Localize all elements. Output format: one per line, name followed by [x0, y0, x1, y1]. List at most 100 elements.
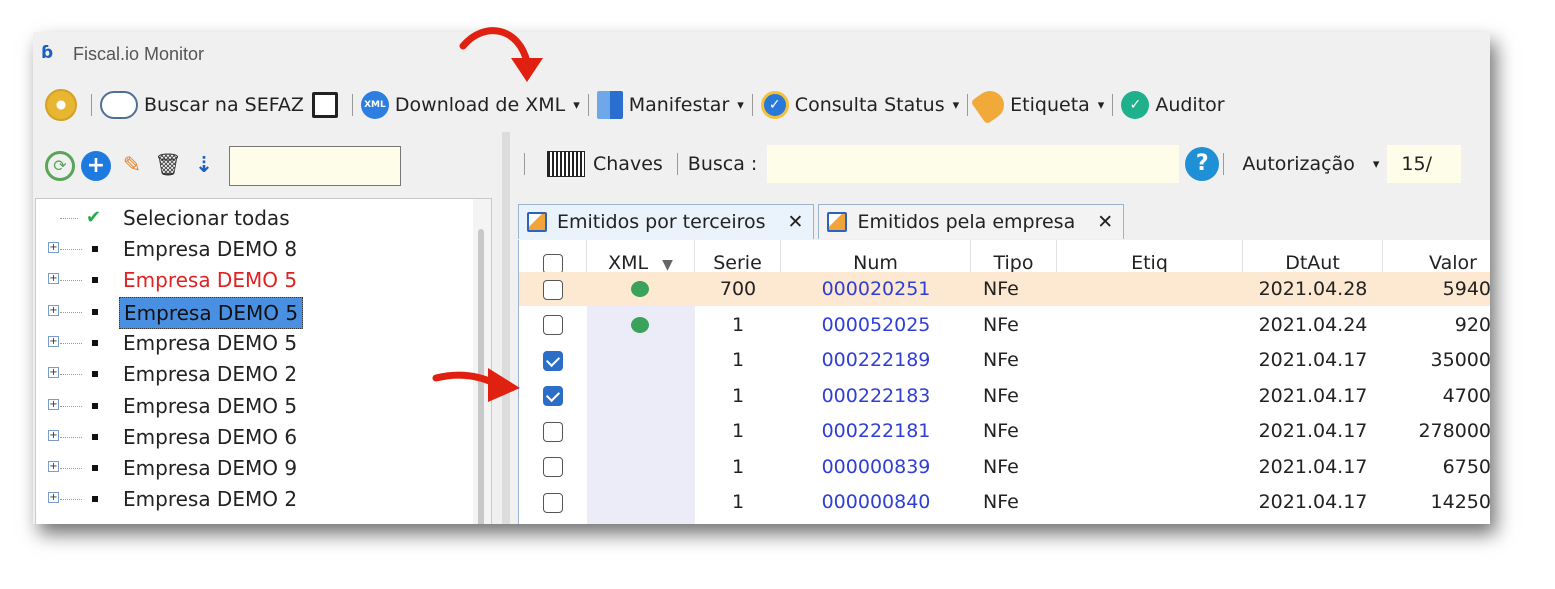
toolbar-divider: [967, 94, 969, 116]
tree-item[interactable]: + Empresa DEMO 5: [36, 391, 491, 421]
cell-valor: 14250: [1430, 491, 1490, 513]
tab-emitidos-terceiros[interactable]: Emitidos por terceiros ✕: [518, 204, 815, 239]
tree-item[interactable]: + Empresa DEMO 8: [36, 234, 491, 264]
refresh-icon[interactable]: ⟳: [45, 151, 75, 181]
cell-num-link[interactable]: 000020251: [781, 272, 971, 306]
expand-icon[interactable]: +: [48, 273, 59, 285]
search-input[interactable]: [767, 145, 1180, 183]
check-badge-icon: ✓: [760, 91, 789, 119]
date-type-select[interactable]: Autorização ▾: [1234, 145, 1388, 183]
bullet-icon: [92, 246, 98, 252]
company-filter-input[interactable]: [229, 146, 401, 186]
table-row[interactable]: 700 000020251 NFe 2021.04.28 5940: [519, 272, 1490, 306]
date-input[interactable]: 15/: [1387, 145, 1462, 183]
expand-icon[interactable]: +: [48, 492, 59, 504]
cell-num-link[interactable]: 000000839: [781, 450, 971, 484]
settings-gear-icon: [45, 89, 77, 121]
main-toolbar: Buscar na SEFAZ XML Download de XML ▾ Ma…: [33, 85, 1490, 125]
toolbar-divider: [351, 94, 353, 116]
cell-serie: 1: [731, 420, 745, 442]
cell-num-link[interactable]: 000000840: [781, 485, 971, 519]
expand-icon[interactable]: +: [48, 242, 59, 253]
row-checkbox-cell[interactable]: [543, 379, 563, 413]
company-tree: ✔ Selecionar todas + Empresa DEMO 8 + Empre…: [35, 198, 492, 524]
tree-item[interactable]: + Empresa DEMO 2: [36, 484, 491, 514]
annotation-arrow-checkboxes: [432, 368, 520, 402]
tree-item-label: Empresa DEMO 2: [123, 487, 298, 512]
cell-num-link[interactable]: 000222183: [781, 379, 971, 413]
trash-icon[interactable]: 🗑: [153, 151, 183, 181]
bullet-icon: [92, 277, 98, 284]
documents-grid: XML ▼ Serie Num Tipo Etiq DtAut Valor 70…: [518, 240, 1490, 524]
table-row[interactable]: 1 000052025 NFe 2021.04.24 920: [519, 308, 1490, 342]
row-checkbox-cell[interactable]: [543, 485, 563, 519]
expand-icon[interactable]: +: [48, 429, 59, 441]
cell-tipo: NFe: [983, 420, 1019, 442]
tab-label: Emitidos por terceiros: [557, 211, 766, 233]
auditor-button[interactable]: ✓ Auditor: [1117, 88, 1228, 122]
sort-down-icon[interactable]: ⇣: [189, 151, 219, 181]
cell-num-link[interactable]: 000222189: [781, 343, 971, 377]
row-checkbox[interactable]: [543, 492, 563, 513]
header-checkbox[interactable]: [542, 253, 563, 274]
add-icon[interactable]: +: [81, 151, 111, 181]
chevron-down-icon: ▾: [737, 97, 744, 113]
etiqueta-button[interactable]: Etiqueta ▾: [970, 85, 1108, 125]
tree-item-label: Empresa DEMO 5: [123, 330, 298, 355]
tree-item[interactable]: + Empresa DEMO 5: [36, 296, 491, 329]
expand-icon[interactable]: +: [48, 398, 59, 410]
table-row[interactable]: 1 000222189 NFe 2021.04.17 35000: [519, 343, 1490, 377]
expand-icon[interactable]: +: [48, 304, 59, 316]
tree-item[interactable]: + Empresa DEMO 2: [36, 359, 491, 389]
tree-item[interactable]: + Empresa DEMO 9: [36, 453, 491, 483]
table-row[interactable]: 1 000222183 NFe 2021.04.17 4700: [519, 379, 1490, 413]
cell-num-link[interactable]: 000222181: [781, 414, 971, 448]
bullet-icon: [92, 465, 98, 472]
tab-emitidos-empresa[interactable]: Emitidos pela empresa ✕: [818, 204, 1125, 239]
table-row[interactable]: 1 000000840 NFe 2021.04.17 14250: [519, 485, 1490, 519]
expand-icon[interactable]: +: [48, 335, 59, 347]
tree-connector: [60, 249, 82, 250]
tree-item[interactable]: + Empresa DEMO 6: [36, 422, 491, 452]
close-icon[interactable]: ✕: [788, 211, 804, 233]
row-checkbox-cell[interactable]: [543, 308, 563, 342]
expand-icon[interactable]: +: [48, 461, 59, 473]
tab-label: Emitidos pela empresa: [857, 211, 1076, 233]
row-checkbox-cell[interactable]: [543, 343, 563, 377]
row-checkbox-cell[interactable]: [543, 272, 563, 306]
document-list-button[interactable]: [308, 88, 348, 122]
cell-tipo: NFe: [983, 278, 1019, 300]
row-checkbox[interactable]: [543, 457, 563, 477]
settings-button[interactable]: [33, 88, 87, 122]
cell-dtaut: 2021.04.24: [1258, 313, 1368, 336]
row-checkbox[interactable]: [543, 421, 563, 442]
row-checkbox[interactable]: [543, 315, 563, 335]
busca-label: Busca :: [687, 153, 758, 175]
panel-splitter[interactable]: [502, 132, 510, 524]
row-checkbox[interactable]: [543, 279, 563, 300]
expand-icon[interactable]: +: [48, 367, 59, 379]
consulta-status-button[interactable]: ✓ Consulta Status ▾: [757, 88, 963, 122]
edit-pencil-icon[interactable]: ✎: [117, 151, 147, 181]
bullet-icon: [92, 433, 98, 440]
document-list-icon: [311, 92, 338, 118]
buscar-sefaz-button[interactable]: Buscar na SEFAZ: [96, 88, 308, 122]
help-icon[interactable]: ?: [1185, 147, 1220, 181]
tree-item[interactable]: + Empresa DEMO 5: [36, 265, 491, 295]
row-checkbox-cell[interactable]: [543, 450, 563, 484]
row-checkbox[interactable]: [543, 386, 563, 406]
search-bar: Chaves Busca : ? Autorização ▾ 15/: [520, 142, 1490, 186]
row-checkbox[interactable]: [543, 350, 563, 371]
close-icon[interactable]: ✕: [1097, 211, 1113, 233]
tab-strip: Emitidos por terceiros ✕ Emitidos pela e…: [518, 204, 1128, 240]
tree-connector: [60, 280, 82, 282]
row-checkbox-cell[interactable]: [543, 414, 563, 448]
consulta-status-label: Consulta Status: [794, 94, 945, 116]
cell-num-link[interactable]: 000052025: [781, 308, 971, 342]
chaves-button[interactable]: Chaves: [593, 153, 663, 175]
table-row[interactable]: 1 000222181 NFe 2021.04.17 278000: [519, 414, 1490, 448]
tree-item[interactable]: + Empresa DEMO 5: [36, 328, 491, 358]
manifestar-button[interactable]: Manifestar ▾: [593, 88, 748, 122]
table-row[interactable]: 1 000000839 NFe 2021.04.17 6750: [519, 450, 1490, 484]
tree-select-all[interactable]: ✔ Selecionar todas: [36, 203, 491, 233]
